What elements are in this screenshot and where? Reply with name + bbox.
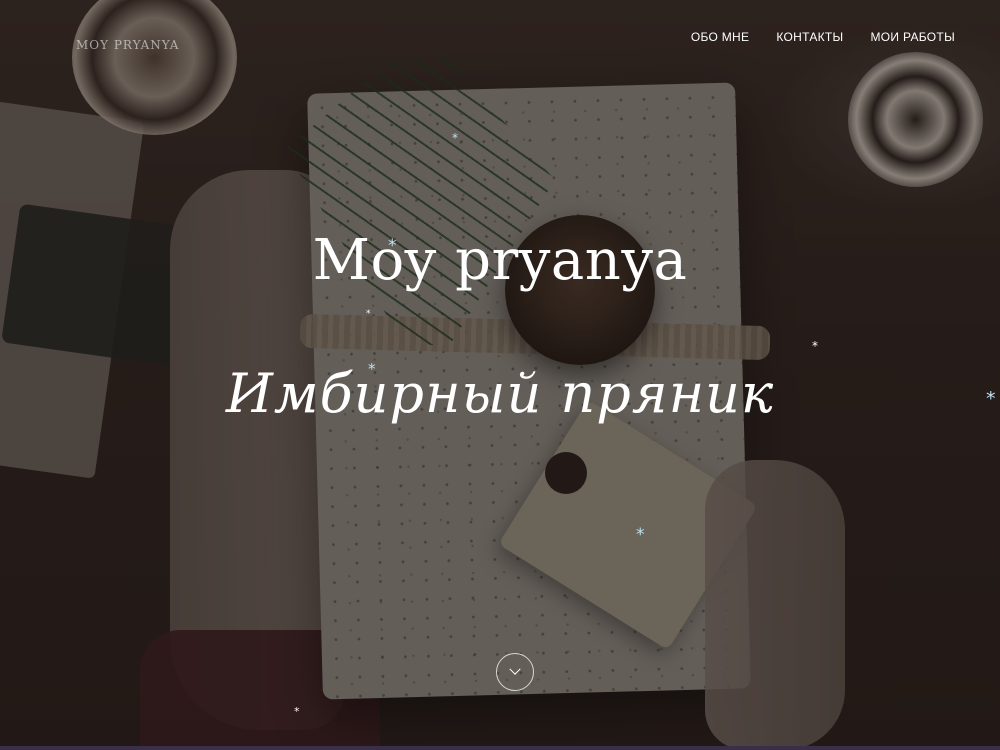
sleeve-decoration bbox=[140, 630, 380, 750]
fir-branch-decoration bbox=[285, 60, 555, 345]
twine-decoration bbox=[299, 313, 771, 361]
chevron-down-icon bbox=[509, 663, 521, 675]
bottom-strip bbox=[0, 746, 1000, 750]
nav-item-about[interactable]: ОБО МНЕ bbox=[691, 30, 750, 44]
snowflake-icon: * bbox=[366, 309, 371, 319]
gift-tag bbox=[498, 399, 758, 651]
main-nav: ОБО МНЕ КОНТАКТЫ МОИ РАБОТЫ bbox=[691, 30, 955, 44]
snowflake-icon: * bbox=[812, 339, 818, 353]
pine-cone-decoration bbox=[848, 52, 983, 187]
snowflake-icon: * bbox=[294, 705, 300, 718]
hero-section: MOY PRYANYA ОБО МНЕ КОНТАКТЫ МОИ РАБОТЫ … bbox=[0, 0, 1000, 750]
nav-item-works[interactable]: МОИ РАБОТЫ bbox=[870, 30, 955, 44]
nav-item-contacts[interactable]: КОНТАКТЫ bbox=[776, 30, 843, 44]
gift-tag-hole bbox=[545, 452, 587, 494]
hero-subtitle: Имбирный пряник bbox=[225, 362, 775, 425]
snowflake-icon: * bbox=[636, 525, 645, 545]
snowflake-icon: * bbox=[452, 131, 458, 145]
scroll-down-button[interactable] bbox=[496, 653, 534, 691]
pine-cone-decoration bbox=[72, 0, 237, 135]
hand-decoration bbox=[705, 460, 845, 750]
site-logo[interactable]: MOY PRYANYA bbox=[76, 38, 179, 52]
hero-title: Moy pryanya bbox=[312, 228, 688, 293]
